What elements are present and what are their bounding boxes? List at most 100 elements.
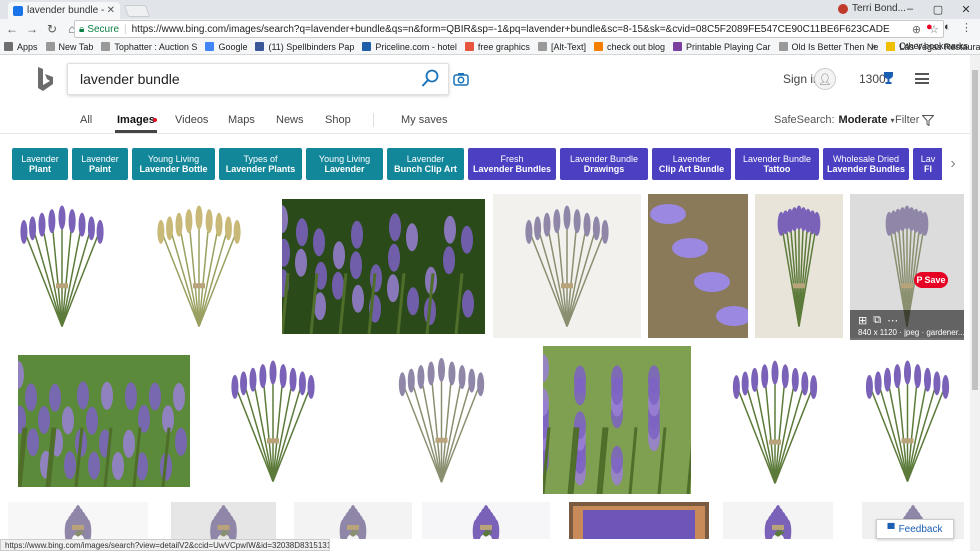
tab-all[interactable]: All xyxy=(80,114,92,126)
image-result-thumbnail[interactable] xyxy=(648,194,748,338)
browser-tab[interactable]: lavender bundle - Bing i ✕ xyxy=(8,2,120,19)
new-tab-button[interactable] xyxy=(123,5,151,17)
tab-images[interactable]: Images xyxy=(115,114,157,133)
pinterest-extension-icon[interactable]: ● xyxy=(926,21,933,33)
bookmark-item[interactable]: (11) Spellbinders Pap xyxy=(255,42,354,52)
image-result-thumbnail[interactable] xyxy=(350,346,533,494)
close-tab-icon[interactable]: ✕ xyxy=(107,5,115,16)
bookmarks-bar: Apps New Tab Tophatter : Auction S Google (1… xyxy=(0,39,980,55)
feedback-chat-icon: ▀ xyxy=(887,523,895,535)
minimize-icon[interactable]: – xyxy=(896,0,924,18)
page-scrollbar-thumb[interactable] xyxy=(972,70,978,390)
image-hover-actions: ⊞ ⧉ ⋯ xyxy=(858,314,898,327)
chrome-menu-icon[interactable]: ⋮ xyxy=(961,21,972,34)
related-search-pill[interactable]: Fresh Lavender Bundles xyxy=(468,148,556,180)
image-result-thumbnail[interactable] xyxy=(543,346,691,494)
tab-shop[interactable]: Shop xyxy=(325,114,351,126)
related-search-pill[interactable]: Lavender Bunch Clip Art xyxy=(387,148,464,180)
related-search-pill[interactable]: Young Living Lavender xyxy=(306,148,383,180)
image-metadata: 840 x 1120 · jpeg · gardener... xyxy=(858,328,965,337)
related-search-pill[interactable]: Lavender Plant xyxy=(12,148,68,180)
my-saves-link[interactable]: My saves xyxy=(401,114,447,126)
forward-icon[interactable]: → xyxy=(24,22,40,36)
bookmark-item[interactable]: Priceline.com - hotel xyxy=(362,42,457,52)
lavender-image-icon xyxy=(543,354,691,494)
bookmark-label: (11) Spellbinders Pap xyxy=(268,41,355,52)
bookmark-item[interactable]: Printable Playing Car xyxy=(673,42,771,52)
pinterest-save-button[interactable]: P Save xyxy=(914,272,948,288)
url-text[interactable]: https://www.bing.com/images/search?q=lav… xyxy=(132,24,912,35)
more-bookmarks-icon[interactable]: » xyxy=(871,41,876,51)
bookmark-item[interactable]: check out blog xyxy=(593,42,665,52)
search-icon[interactable] xyxy=(420,69,440,89)
related-search-pill[interactable]: Lavender Clip Art Bundle xyxy=(652,148,731,180)
search-box[interactable] xyxy=(67,63,449,95)
image-result-thumbnail[interactable] xyxy=(124,194,274,338)
browser-toolbar: ← → ↻ ⌂ 🔒︎ Secure | https://www.bing.com… xyxy=(0,19,980,39)
bookmark-item[interactable]: Apps xyxy=(4,42,38,52)
image-result-thumbnail[interactable] xyxy=(493,194,641,338)
rewards-trophy-icon[interactable] xyxy=(883,71,894,84)
related-search-pill[interactable]: Lavender Paint xyxy=(72,148,128,180)
user-avatar-icon[interactable]: 👤︎ xyxy=(814,68,836,90)
bing-logo[interactable] xyxy=(36,66,54,97)
rewards-points[interactable]: 1300 xyxy=(859,72,886,86)
image-result-thumbnail[interactable] xyxy=(706,349,844,495)
feedback-button[interactable]: ▀ Feedback xyxy=(876,519,954,539)
tab-maps[interactable]: Maps xyxy=(228,114,255,126)
related-search-pill[interactable]: Lavender Bundle Drawings xyxy=(560,148,648,180)
filter-button[interactable]: Filter xyxy=(895,114,935,126)
add-to-collection-icon[interactable]: ⊞ xyxy=(858,314,867,327)
bookmark-favicon-icon xyxy=(101,42,111,51)
tab-news[interactable]: News xyxy=(276,114,304,126)
more-options-icon[interactable]: ⋯ xyxy=(887,314,898,327)
image-result-thumbnail[interactable] xyxy=(755,194,843,338)
image-result-thumbnail[interactable] xyxy=(205,349,341,493)
visual-search-camera-icon[interactable] xyxy=(453,72,469,86)
related-search-pill[interactable]: Lavender Bundle Tattoo xyxy=(735,148,819,180)
related-search-pill[interactable]: Types of Lavender Plants xyxy=(219,148,302,180)
bookmark-item[interactable]: Old Is Better Then Ne xyxy=(778,42,878,52)
visual-search-icon[interactable]: ⧉ xyxy=(873,314,881,327)
carousel-next-chevron-icon[interactable]: › xyxy=(944,152,962,176)
image-result-thumbnail[interactable] xyxy=(294,502,412,539)
filter-funnel-icon xyxy=(922,114,935,126)
tab-videos[interactable]: Videos xyxy=(175,114,208,126)
other-bookmarks[interactable]: Other bookmarks xyxy=(885,41,968,51)
image-result-thumbnail[interactable] xyxy=(569,502,709,539)
pill-line1: Types of xyxy=(243,154,278,164)
bookmark-item[interactable]: [Alt-Text] xyxy=(537,41,586,52)
image-result-thumbnail[interactable] xyxy=(851,349,964,493)
bookmark-favicon-icon xyxy=(593,42,603,51)
close-window-icon[interactable]: ✕ xyxy=(952,0,980,18)
image-result-thumbnail[interactable] xyxy=(18,355,190,487)
back-icon[interactable]: ← xyxy=(4,22,20,36)
zoom-icon[interactable]: ⊕ xyxy=(912,23,921,36)
bookmark-item[interactable]: Tophatter : Auction S xyxy=(101,42,197,52)
image-result-thumbnail[interactable] xyxy=(422,502,550,539)
image-result-thumbnail[interactable] xyxy=(171,502,276,539)
pinterest-save-icon: P xyxy=(916,275,923,285)
image-result-thumbnail[interactable] xyxy=(8,502,148,539)
related-search-pill[interactable]: Young Living Lavender Bottle xyxy=(132,148,215,180)
bookmark-item[interactable]: New Tab xyxy=(45,42,93,52)
search-input[interactable] xyxy=(80,71,410,87)
maximize-icon[interactable]: ▢ xyxy=(924,0,952,18)
browser-tab-strip: lavender bundle - Bing i ✕ Terri Bond...… xyxy=(0,0,980,19)
safesearch-control[interactable]: SafeSearch: Moderate ▾ xyxy=(774,114,895,126)
image-result-thumbnail[interactable] xyxy=(723,502,833,539)
reload-icon[interactable]: ↻ xyxy=(44,22,60,36)
bookmark-item[interactable]: Google xyxy=(205,42,247,52)
address-bar[interactable]: 🔒︎ Secure | https://www.bing.com/images/… xyxy=(74,20,944,38)
related-search-pill[interactable]: Wholesale Dried Lavender Bundles xyxy=(823,148,909,180)
hamburger-menu-icon[interactable] xyxy=(915,73,929,84)
bookmark-item[interactable]: free graphics xyxy=(464,42,530,52)
image-result-thumbnail[interactable] xyxy=(282,199,485,334)
safesearch-value[interactable]: Moderate xyxy=(839,114,888,126)
related-search-pill[interactable]: Lav Fl xyxy=(913,148,942,180)
pill-line2: Lavender Bottle xyxy=(139,164,208,174)
image-result-thumbnail[interactable] xyxy=(8,194,116,338)
bookmark-label: [Alt-Text] xyxy=(550,41,586,52)
lavender-image-icon xyxy=(648,194,748,338)
extension-icon[interactable]: ◐ xyxy=(944,21,951,33)
